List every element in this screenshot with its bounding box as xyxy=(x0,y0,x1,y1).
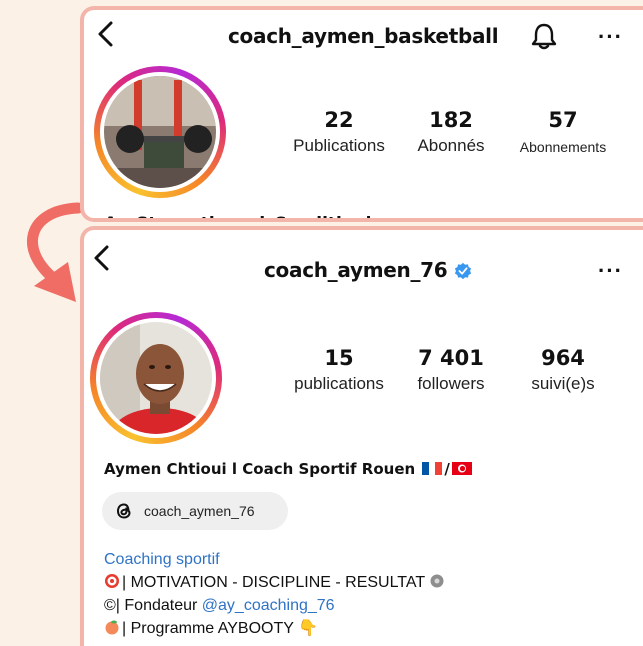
stat-publications[interactable]: 22 Publications xyxy=(284,108,394,156)
new-profile-card: coach_aymen_76 ··· 15 publications 7 401… xyxy=(80,226,643,646)
stat-following[interactable]: 57 Abonnements xyxy=(508,108,618,155)
france-flag-icon xyxy=(422,462,443,475)
threads-link[interactable]: coach_aymen_76 xyxy=(102,492,288,530)
display-name: Aymen Chtioui l Coach Sportif Rouen xyxy=(104,460,416,478)
bio-line: | Programme AYBOOTY 👇 xyxy=(104,617,447,640)
bio-title-partial: Ay_Strength_and_Conditioning xyxy=(104,214,396,218)
stat-followers[interactable]: 7 401 followers xyxy=(396,346,506,394)
threads-handle: coach_aymen_76 xyxy=(144,503,255,519)
gear-icon xyxy=(430,574,444,588)
username: coach_aymen_76 xyxy=(264,258,448,282)
display-name-line: Aymen Chtioui l Coach Sportif Rouen / xyxy=(104,460,474,478)
more-options-icon[interactable]: ··· xyxy=(598,258,623,284)
avatar-ring[interactable] xyxy=(90,312,222,444)
avatar-ring[interactable] xyxy=(94,66,226,198)
mention-link[interactable]: @ay_coaching_76 xyxy=(202,597,335,614)
bell-icon[interactable] xyxy=(530,22,558,50)
stat-publications[interactable]: 15 publications xyxy=(284,346,394,394)
bio-line: | MOTIVATION - DISCIPLINE - RESULTAT xyxy=(104,571,447,594)
bio: Coaching sportif | MOTIVATION - DISCIPLI… xyxy=(104,548,447,640)
peach-icon xyxy=(105,620,119,635)
username: coach_aymen_basketball xyxy=(228,24,499,48)
bio-category[interactable]: Coaching sportif xyxy=(104,548,447,571)
stat-following[interactable]: 964 suivi(e)s xyxy=(508,346,618,394)
stat-followers[interactable]: 182 Abonnés xyxy=(396,108,506,156)
verified-badge-icon xyxy=(454,262,472,280)
old-profile-card: coach_aymen_basketball ··· 22 Publicatio… xyxy=(80,6,643,222)
pointing-down-icon: 👇 xyxy=(298,620,318,637)
target-icon xyxy=(105,574,119,588)
more-options-icon[interactable]: ··· xyxy=(598,24,623,50)
back-arrow-icon[interactable] xyxy=(94,20,118,48)
copyright-icon: © xyxy=(104,597,116,614)
threads-icon xyxy=(116,503,131,519)
profile-header: coach_aymen_basketball ··· xyxy=(84,10,643,58)
avatar xyxy=(104,76,216,188)
avatar xyxy=(100,322,212,434)
back-arrow-icon[interactable] xyxy=(90,244,114,272)
tunisia-flag-icon xyxy=(451,462,472,475)
profile-header: coach_aymen_76 ··· xyxy=(84,230,643,283)
bio-line: ©| Fondateur @ay_coaching_76 xyxy=(104,597,335,614)
